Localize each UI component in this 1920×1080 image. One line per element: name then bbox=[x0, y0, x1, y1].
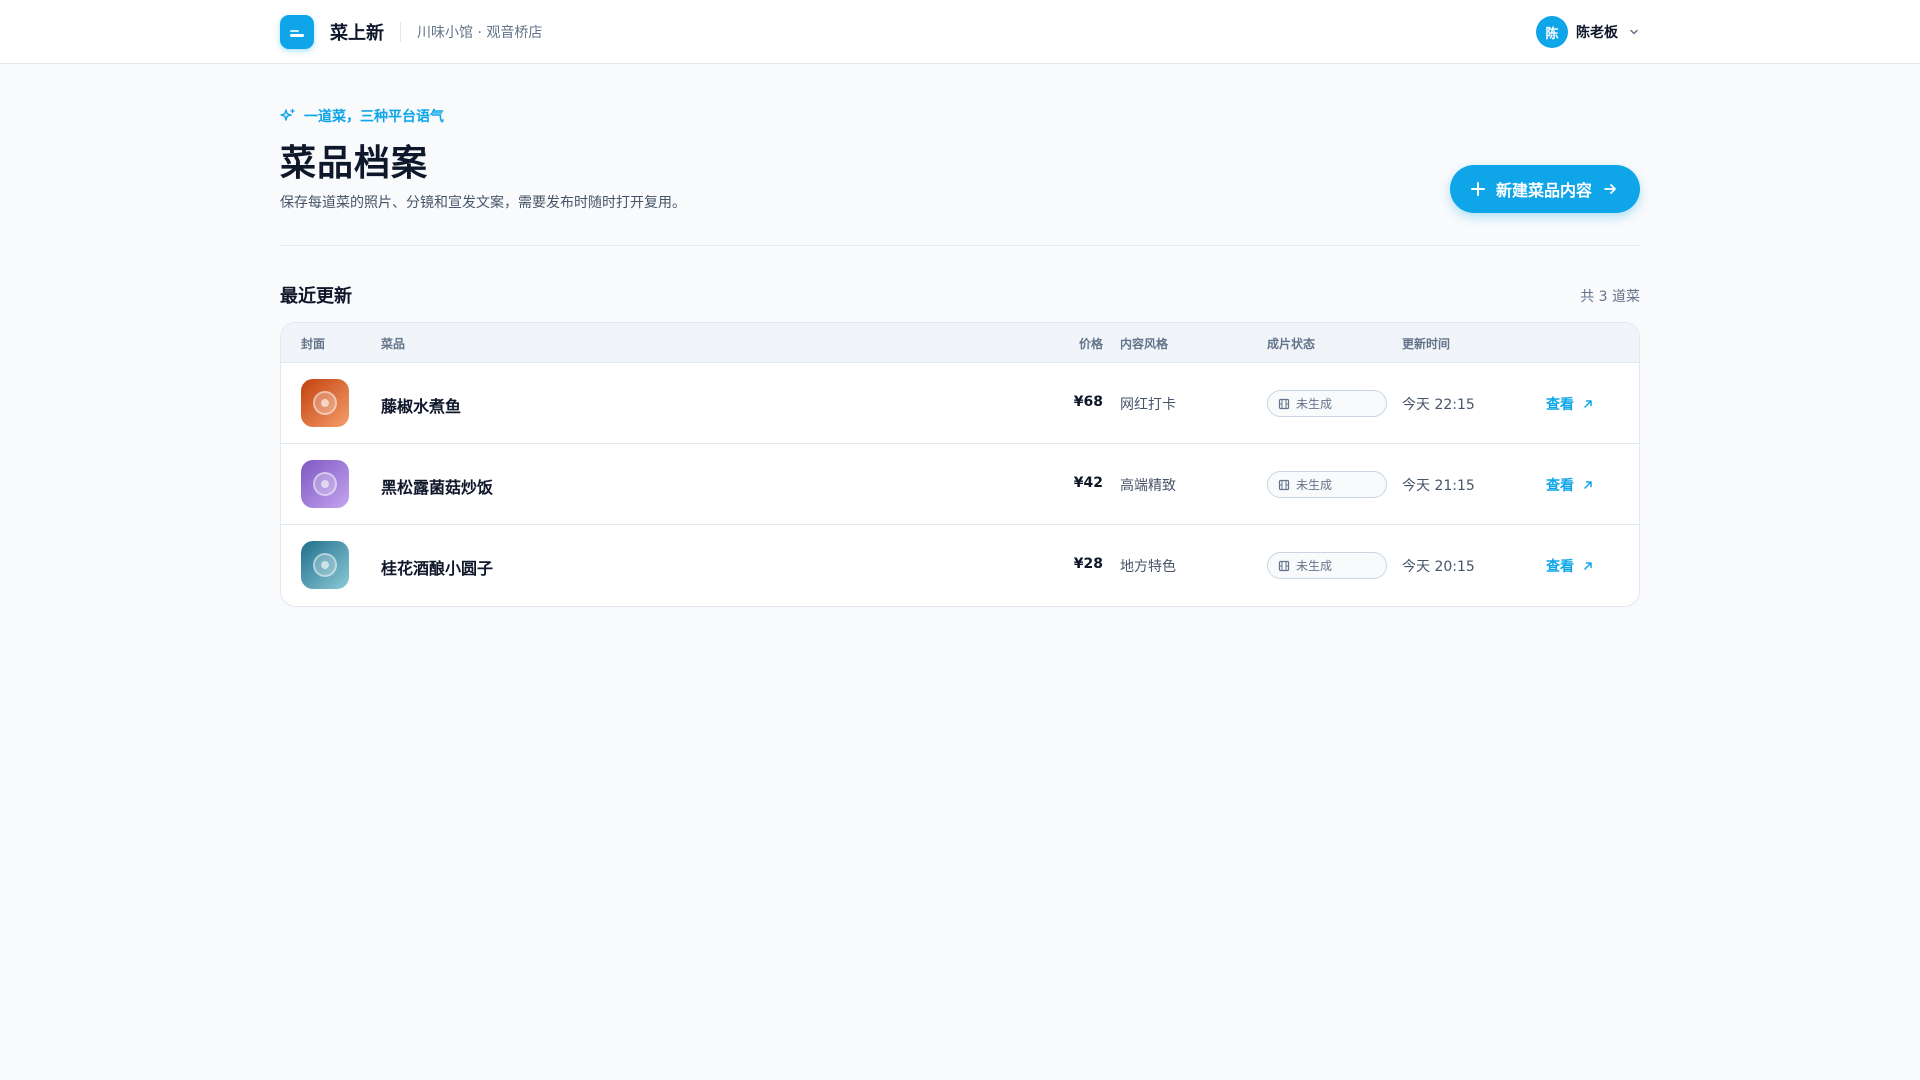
status-badge: 未生成 bbox=[1267, 390, 1387, 417]
cover-dot bbox=[321, 399, 329, 407]
store-name: 川味小馆 · 观音桥店 bbox=[417, 25, 543, 41]
view-link[interactable]: 查看 bbox=[1546, 394, 1594, 414]
film-icon bbox=[1278, 479, 1290, 490]
status-badge: 未生成 bbox=[1267, 471, 1387, 498]
dish-count: 共 3 道菜 bbox=[1580, 289, 1640, 305]
table-row[interactable]: 桂花酒酿小圆子 ¥28 地方特色 未生成 今天 20:15 查看 bbox=[281, 525, 1639, 606]
content-style: 高端精致 bbox=[1120, 478, 1176, 494]
user-name: 陈老板 bbox=[1576, 25, 1618, 41]
film-icon bbox=[1278, 398, 1290, 409]
status-text: 未生成 bbox=[1296, 559, 1333, 573]
new-dish-button-label: 新建菜品内容 bbox=[1495, 181, 1592, 200]
column-header-updated: 更新时间 bbox=[1402, 337, 1451, 351]
column-header-cover: 封面 bbox=[301, 337, 326, 351]
dish-price: ¥42 bbox=[1073, 475, 1103, 491]
status-badge: 未生成 bbox=[1267, 552, 1387, 579]
cover-ring bbox=[313, 472, 337, 496]
view-link-label: 查看 bbox=[1546, 397, 1574, 413]
table-row[interactable]: 藤椒水煮鱼 ¥68 网红打卡 未生成 今天 22:15 查看 bbox=[281, 363, 1639, 444]
content-style: 网红打卡 bbox=[1120, 397, 1176, 413]
arrow-up-right-icon bbox=[1584, 481, 1592, 489]
chevron-down-icon bbox=[1630, 29, 1638, 35]
page-description: 保存每道菜的照片、分镜和宣发文案，需要发布时随时打开复用。 bbox=[280, 195, 686, 211]
sparkle-icon bbox=[280, 108, 295, 121]
dish-cover bbox=[301, 541, 349, 589]
section-divider bbox=[280, 245, 1640, 246]
dish-cover bbox=[301, 379, 349, 427]
dish-name: 藤椒水煮鱼 bbox=[381, 397, 462, 416]
cover-dot bbox=[321, 480, 329, 488]
column-header-style: 内容风格 bbox=[1120, 337, 1169, 351]
plus-icon bbox=[1470, 182, 1485, 196]
table-header: 封面 菜品 价格 内容风格 成片状态 更新时间 bbox=[281, 323, 1639, 363]
brand-divider bbox=[400, 22, 401, 42]
dish-table: 封面 菜品 价格 内容风格 成片状态 更新时间 藤椒水煮鱼 ¥68 网红打卡 未… bbox=[280, 322, 1640, 607]
arrow-right-icon bbox=[1604, 184, 1616, 194]
view-link-label: 查看 bbox=[1546, 559, 1574, 575]
updated-time: 今天 22:15 bbox=[1402, 397, 1475, 413]
cover-dot bbox=[321, 561, 329, 569]
column-header-status: 成片状态 bbox=[1267, 337, 1316, 351]
brand[interactable]: 菜上新 川味小馆 · 观音桥店 bbox=[280, 15, 542, 49]
column-header-dish: 菜品 bbox=[381, 337, 406, 351]
arrow-up-right-icon bbox=[1584, 400, 1592, 408]
updated-time: 今天 21:15 bbox=[1402, 478, 1475, 494]
dish-price: ¥68 bbox=[1073, 394, 1103, 410]
dish-name: 黑松露菌菇炒饭 bbox=[381, 478, 494, 497]
top-bar-inner: 菜上新 川味小馆 · 观音桥店 陈 陈老板 bbox=[280, 0, 1640, 64]
status-text: 未生成 bbox=[1296, 478, 1333, 492]
updated-time: 今天 20:15 bbox=[1402, 559, 1475, 575]
view-link-label: 查看 bbox=[1546, 478, 1574, 494]
app-logo-icon bbox=[280, 15, 314, 49]
cover-ring bbox=[313, 553, 337, 577]
dish-price: ¥28 bbox=[1073, 556, 1103, 572]
page-title: 菜品档案 bbox=[280, 143, 429, 184]
app-name: 菜上新 bbox=[330, 23, 384, 44]
content-style: 地方特色 bbox=[1120, 559, 1176, 575]
view-link[interactable]: 查看 bbox=[1546, 556, 1594, 576]
eyebrow: 一道菜，三种平台语气 bbox=[280, 106, 444, 126]
eyebrow-text: 一道菜，三种平台语气 bbox=[304, 109, 444, 125]
column-header-price: 价格 bbox=[1078, 337, 1103, 351]
dish-name: 桂花酒酿小圆子 bbox=[381, 559, 494, 578]
table-row[interactable]: 黑松露菌菇炒饭 ¥42 高端精致 未生成 今天 21:15 查看 bbox=[281, 444, 1639, 525]
arrow-up-right-icon bbox=[1584, 562, 1592, 570]
film-icon bbox=[1278, 560, 1290, 571]
new-dish-button[interactable]: 新建菜品内容 bbox=[1449, 165, 1640, 213]
status-text: 未生成 bbox=[1296, 397, 1333, 411]
dish-cover bbox=[301, 460, 349, 508]
section-title: 最近更新 bbox=[280, 286, 352, 307]
cover-ring bbox=[313, 391, 337, 415]
view-link[interactable]: 查看 bbox=[1546, 475, 1594, 495]
top-bar: 菜上新 川味小馆 · 观音桥店 陈 陈老板 bbox=[0, 0, 1920, 64]
avatar: 陈 bbox=[1536, 16, 1568, 48]
user-menu[interactable]: 陈 陈老板 bbox=[1536, 16, 1640, 48]
